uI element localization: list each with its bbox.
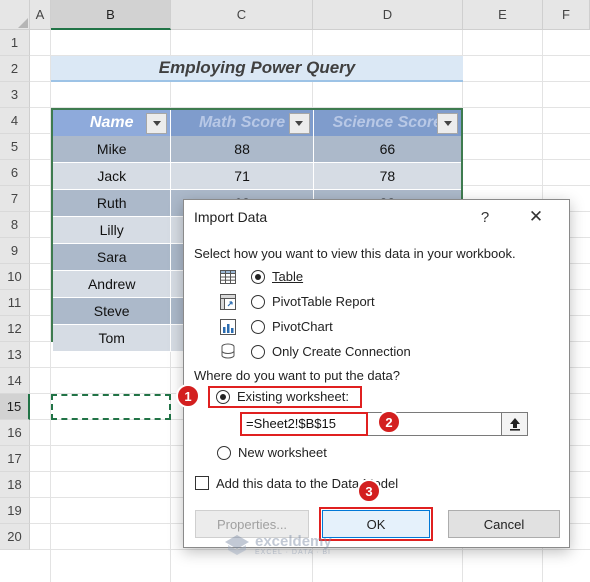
dialog-title: Import Data [194,209,268,225]
row-header[interactable]: 20 [0,524,30,550]
pivottable-icon [220,294,236,315]
row-header[interactable]: 10 [0,264,30,290]
watermark-name: exceldemy [255,532,332,550]
column-header-c[interactable]: C [171,0,313,30]
table-cell[interactable]: Lilly [53,217,172,244]
row-header[interactable]: 1 [0,30,30,56]
radio-only-connection[interactable] [251,345,265,359]
column-header-b[interactable]: B [51,0,171,30]
row-header[interactable]: 8 [0,212,30,238]
view-prompt: Select how you want to view this data in… [194,246,516,261]
row-header[interactable]: 6 [0,160,30,186]
row-header[interactable]: 15 [0,394,30,420]
row-header[interactable]: 16 [0,420,30,446]
cancel-button[interactable]: Cancel [448,510,560,538]
column-header-e[interactable]: E [463,0,543,30]
table-header-label: Name [89,114,134,131]
select-all-triangle-icon [18,18,28,28]
row-header[interactable]: 19 [0,498,30,524]
step-marker-2: 2 [377,410,401,434]
option-table-label[interactable]: Table [272,269,303,284]
radio-pivotchart[interactable] [251,320,265,334]
option-table-text: Table [272,269,304,284]
option-pivotchart-label[interactable]: PivotChart [272,319,333,334]
upload-arrow-icon [509,418,520,431]
row-header[interactable]: 5 [0,134,30,160]
row-header[interactable]: 17 [0,446,30,472]
row-header[interactable]: 2 [0,56,30,82]
option-only-connection-label[interactable]: Only Create Connection [272,344,411,359]
row-header[interactable]: 11 [0,290,30,316]
table-cell[interactable]: 88 [171,136,314,163]
row-header[interactable]: 18 [0,472,30,498]
radio-existing-worksheet[interactable] [216,390,230,404]
highlight-reference-input [240,412,368,436]
dropdown-arrow-icon [443,121,452,126]
row-header[interactable]: 12 [0,316,30,342]
connection-icon [220,343,236,364]
column-header-f[interactable]: F [543,0,590,30]
marching-ants-selection-b15 [51,394,171,420]
table-cell[interactable]: Mike [53,136,172,163]
table-cell[interactable]: Andrew [53,271,172,298]
watermark-tagline: EXCEL · DATA · BI [255,548,331,556]
table-row: Mike 88 66 [53,136,461,163]
new-worksheet-label[interactable]: New worksheet [238,445,327,460]
close-button[interactable]: ✕ [524,206,548,228]
table-header-label: Math Score [198,114,286,131]
table-row: Jack 71 78 [53,163,461,190]
pivotchart-icon [220,319,236,340]
table-cell[interactable]: 71 [171,163,314,190]
put-prompt: Where do you want to put the data? [194,368,400,383]
row-header[interactable]: 9 [0,238,30,264]
column-header-d[interactable]: D [313,0,463,30]
dropdown-arrow-icon [295,121,304,126]
table-cell[interactable]: Tom [53,325,172,352]
table-cell[interactable]: Ruth [53,190,172,217]
table-cell[interactable]: Jack [53,163,172,190]
radio-table[interactable] [251,270,265,284]
table-header-science: Science Score [313,110,461,136]
highlight-ok-button [319,507,433,541]
radio-new-worksheet[interactable] [217,446,231,460]
exceldemy-logo-icon [225,535,249,555]
table-cell[interactable]: 78 [313,163,461,190]
step-marker-3: 3 [357,479,381,503]
table-header-name: Name [53,110,172,136]
filter-dropdown-button[interactable] [437,113,458,134]
filter-dropdown-button[interactable] [288,113,310,134]
column-header-a[interactable]: A [30,0,51,30]
table-cell[interactable]: Sara [53,244,172,271]
option-pivottable-label[interactable]: PivotTable Report [272,294,375,309]
datamodel-checkbox[interactable] [195,476,209,490]
radio-pivottable[interactable] [251,295,265,309]
row-header[interactable]: 7 [0,186,30,212]
row-header[interactable]: 13 [0,342,30,368]
row-header[interactable]: 4 [0,108,30,134]
table-header-math: Math Score [171,110,314,136]
sheet-title: Employing Power Query [51,56,463,82]
step-marker-1: 1 [176,384,200,408]
row-header[interactable]: 14 [0,368,30,394]
table-header-label: Science Score [332,114,443,131]
table-cell[interactable]: Steve [53,298,172,325]
existing-worksheet-label[interactable]: Existing worksheet: [237,389,349,404]
table-cell[interactable]: 66 [313,136,461,163]
watermark: exceldemy EXCEL · DATA · BI [224,534,332,556]
help-button[interactable]: ? [475,207,495,227]
filter-dropdown-button[interactable] [146,113,168,134]
table-icon [220,269,236,290]
dropdown-arrow-icon [152,121,161,126]
collapse-dialog-button[interactable] [502,412,528,436]
row-header[interactable]: 3 [0,82,30,108]
